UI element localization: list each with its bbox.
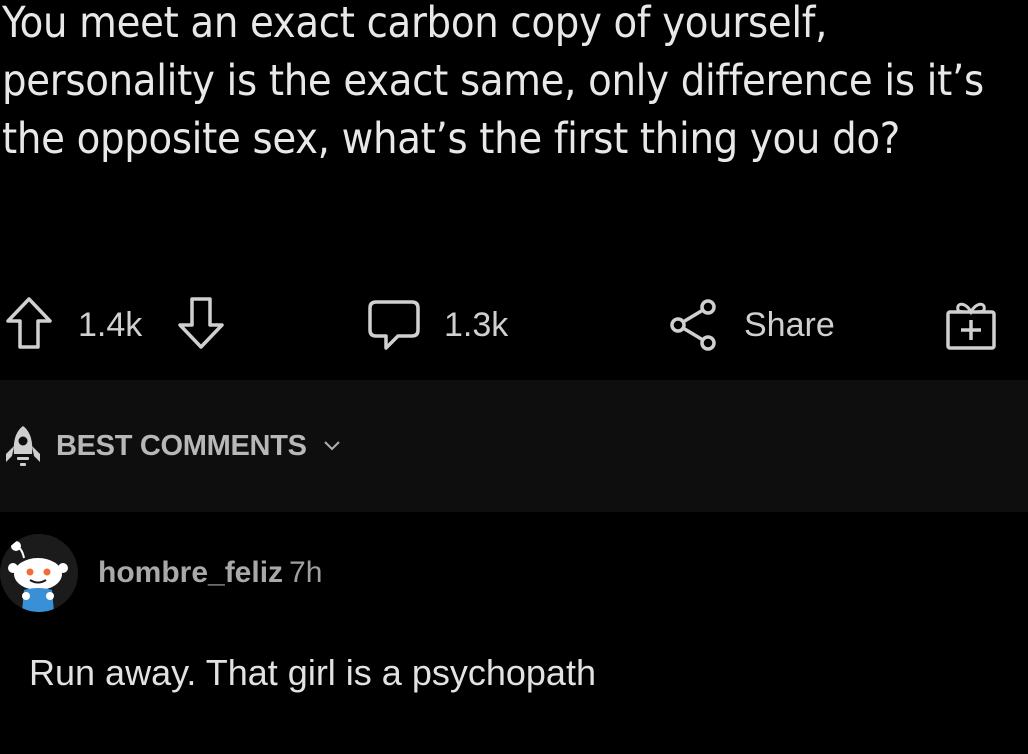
comment-icon bbox=[368, 300, 420, 350]
snoo-avatar-icon bbox=[8, 541, 68, 612]
share-button[interactable] bbox=[668, 296, 720, 352]
sort-label: BEST COMMENTS bbox=[56, 429, 307, 462]
downvote-icon bbox=[178, 297, 224, 349]
upvote-count: 1.4k bbox=[78, 306, 143, 344]
comment-time: 7h bbox=[289, 556, 323, 589]
award-button[interactable] bbox=[944, 298, 998, 352]
comments-button[interactable] bbox=[366, 296, 422, 352]
downvote-button[interactable] bbox=[176, 296, 226, 350]
upvote-button[interactable] bbox=[4, 296, 54, 350]
rocket-icon bbox=[6, 426, 40, 466]
comment-meta: hombre_feliz 7h bbox=[98, 556, 322, 590]
user-avatar[interactable] bbox=[0, 534, 78, 612]
share-label: Share bbox=[744, 306, 835, 344]
post-action-bar: 1.4k 1.3k Share bbox=[0, 292, 1028, 358]
comment-sort-selector[interactable]: BEST COMMENTS bbox=[2, 424, 341, 468]
chevron-down-icon bbox=[323, 441, 340, 451]
share-icon bbox=[670, 299, 716, 351]
gift-icon bbox=[946, 302, 996, 350]
comment-count: 1.3k bbox=[444, 306, 509, 344]
upvote-icon bbox=[6, 297, 52, 349]
comment-body: Run away. That girl is a psychopath bbox=[29, 652, 596, 693]
post-title: You meet an exact carbon copy of yoursel… bbox=[2, 0, 984, 164]
comment-sort-bar: BEST COMMENTS bbox=[0, 380, 1028, 512]
comment-username[interactable]: hombre_feliz bbox=[98, 556, 283, 589]
